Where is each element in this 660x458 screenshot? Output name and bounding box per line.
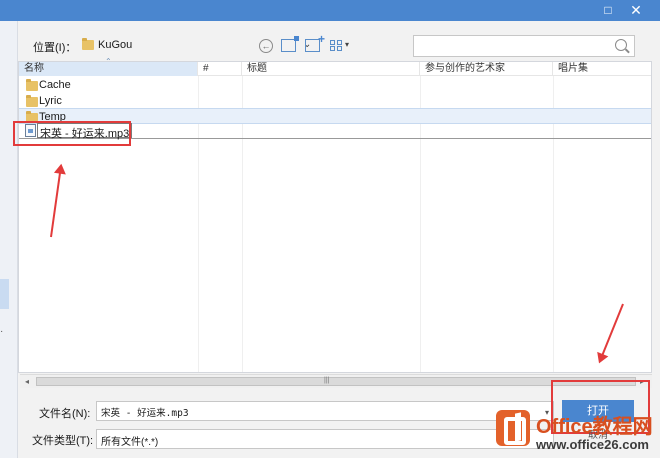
navigation-selected-item[interactable]: [0, 279, 9, 309]
location-value: KuGou: [98, 39, 133, 51]
navigation-dot: ·: [0, 326, 4, 337]
scroll-left-icon[interactable]: ◂: [25, 377, 29, 386]
folder-icon: [26, 79, 38, 91]
view-menu-arrow-icon[interactable]: ▾: [345, 40, 349, 49]
grip-icon: |||: [324, 377, 330, 384]
folder-icon: [82, 38, 94, 50]
column-title[interactable]: 标题: [242, 62, 420, 76]
folder-name: Cache: [39, 79, 71, 91]
column-artist[interactable]: 参与创作的艺术家: [420, 62, 553, 76]
list-item-folder[interactable]: Cache: [19, 77, 651, 93]
location-label: 位置(I)：: [33, 42, 77, 54]
column-header: 名称 ⌃ # 标题 参与创作的艺术家 唱片集: [19, 57, 651, 76]
back-icon[interactable]: ←: [259, 39, 273, 53]
location-dropdown[interactable]: KuGou ⌄: [78, 35, 311, 55]
navigation-pane[interactable]: ·: [0, 21, 18, 458]
column-album[interactable]: 唱片集: [553, 62, 651, 76]
list-item-folder[interactable]: Lyric: [19, 93, 651, 109]
highlight-box-file: [13, 121, 131, 146]
filetype-select[interactable]: 所有文件(*.*): [96, 429, 554, 449]
up-folder-icon[interactable]: [281, 36, 299, 52]
folder-icon: [26, 95, 38, 107]
sort-ascending-icon: ⌃: [105, 57, 112, 66]
folder-name: Lyric: [39, 95, 62, 107]
office-logo-icon: [496, 410, 530, 446]
watermark-url: www.office26.com: [536, 437, 649, 452]
close-icon[interactable]: ✕: [627, 2, 645, 19]
filename-field[interactable]: 宋英 - 好运来.mp3: [96, 401, 554, 421]
filename-label: 文件名(N):: [39, 408, 91, 420]
column-number[interactable]: #: [198, 62, 242, 76]
view-icon[interactable]: [330, 40, 344, 52]
search-icon[interactable]: [615, 39, 627, 51]
filetype-label: 文件类型(T):: [32, 435, 94, 447]
new-folder-icon[interactable]: [305, 32, 325, 52]
search-input[interactable]: [413, 35, 635, 57]
file-list[interactable]: 名称 ⌃ # 标题 参与创作的艺术家 唱片集 Cache Lyric Temp …: [18, 57, 652, 388]
watermark-logo: Office教程网 www.office26.com: [496, 410, 656, 456]
scrollbar-thumb[interactable]: |||: [36, 377, 636, 386]
location-bar: 位置(I)： KuGou ⌄ ← ▾: [18, 21, 660, 61]
filename-value: 宋英 - 好运来.mp3: [101, 408, 189, 419]
filetype-value: 所有文件(*.*): [101, 437, 159, 448]
watermark-title: Office教程网: [536, 416, 653, 438]
maximize-icon[interactable]: □: [599, 2, 617, 19]
title-bar: □ ✕: [0, 0, 660, 21]
